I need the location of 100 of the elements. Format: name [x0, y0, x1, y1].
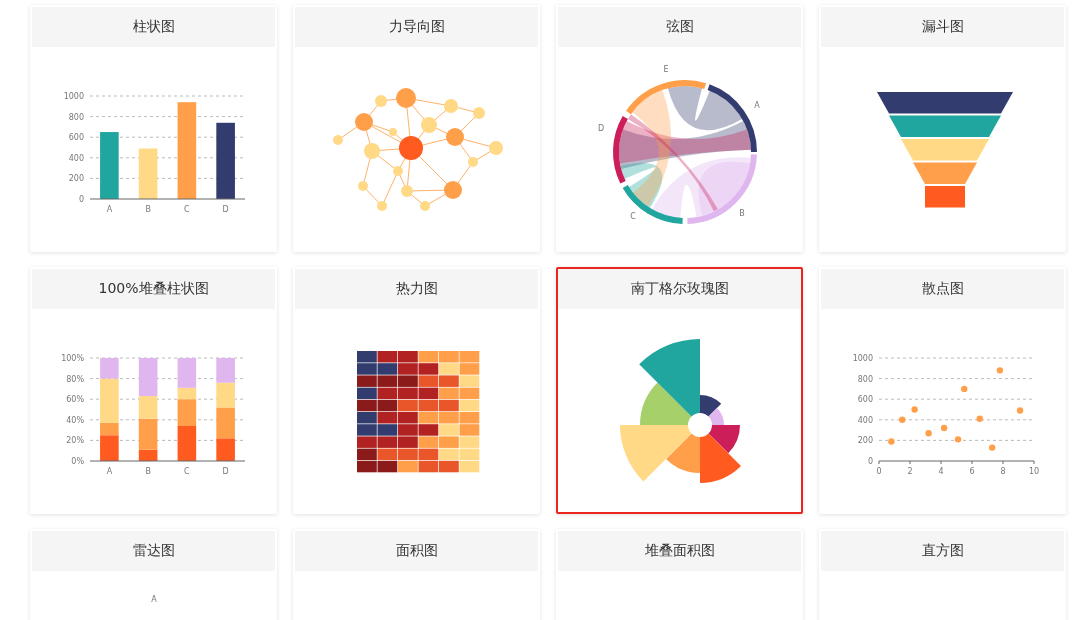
heatmap-cell: [398, 363, 418, 375]
heatmap-cell: [398, 448, 418, 461]
chart-card[interactable]: 热力图: [293, 267, 540, 514]
tick-label: 0%: [71, 457, 84, 466]
heatmap-cell: [459, 387, 480, 400]
data-point: [899, 416, 906, 423]
heatmap-cell: [377, 448, 398, 461]
heatmap-cell: [439, 460, 459, 473]
heatmap-cell: [418, 460, 439, 473]
chart-card[interactable]: 堆叠面积图: [556, 529, 803, 620]
graph-node: [401, 185, 413, 197]
chart-card[interactable]: 南丁格尔玫瑰图: [556, 267, 803, 514]
heatmap-cell: [459, 363, 480, 375]
chord-label: E: [663, 65, 669, 74]
chart-card[interactable]: 力导向图: [293, 5, 540, 252]
card-title: 南丁格尔玫瑰图: [630, 280, 729, 298]
tick-label: 400: [68, 153, 84, 163]
heatmap-cell: [418, 363, 439, 375]
chart-card[interactable]: 100%堆叠柱状图 0% 20% 40% 60% 80% 100% A B C D: [30, 267, 277, 514]
tick-label: 600: [857, 395, 873, 405]
card-title: 漏斗图: [921, 18, 964, 36]
data-point: [996, 367, 1004, 374]
heatmap-cell: [377, 351, 398, 363]
tick-label: 0: [867, 457, 873, 466]
graph-node: [420, 201, 430, 211]
heatmap-cell: [357, 387, 377, 400]
heatmap-cell: [418, 412, 439, 424]
chart-card[interactable]: 直方图: [819, 529, 1066, 620]
heatmap-cell: [377, 424, 398, 436]
heatmap-cell: [439, 363, 459, 375]
data-point: [1016, 407, 1024, 414]
tick-label: 8: [1000, 467, 1006, 476]
heatmap-cell: [357, 448, 377, 461]
chart-card[interactable]: 漏斗图: [819, 5, 1066, 252]
heatmap-cell: [377, 375, 398, 387]
heatmap-cell: [439, 436, 459, 448]
tick-label: 60%: [66, 395, 84, 405]
tick-label: 1000: [852, 354, 873, 363]
chart-card[interactable]: 弦图 E A D C B: [556, 5, 803, 252]
tick-label: 80%: [66, 374, 84, 384]
heatmap-cell: [418, 424, 439, 436]
heatmap-cell: [418, 399, 439, 412]
tick-label: 200: [857, 436, 873, 446]
card-title: 柱状图: [132, 18, 175, 36]
graph-node: [364, 143, 380, 159]
graph-node: [489, 141, 503, 155]
graph-node: [333, 135, 343, 145]
tick-label: 2: [907, 467, 913, 476]
chart-card[interactable]: 雷达图 A: [30, 529, 277, 620]
heatmap-cell: [398, 375, 418, 387]
heatmap-cell: [357, 436, 377, 448]
category-label: A: [106, 467, 113, 476]
tick-label: 200: [68, 174, 84, 184]
heatmap-cell: [439, 375, 459, 387]
heatmap-cell: [357, 375, 377, 387]
chord-label: C: [630, 212, 636, 221]
data-point: [954, 436, 962, 443]
category-label: B: [145, 467, 151, 476]
category-label: C: [184, 205, 190, 214]
graph-node: [468, 157, 478, 167]
chart-card[interactable]: 散点图 0 200 400 600 800 1000 0 2 4 6 8 10: [819, 267, 1066, 514]
heatmap-cell: [459, 436, 480, 448]
bar: [216, 382, 235, 408]
graph-node: [355, 113, 373, 131]
tick-label: 0: [78, 195, 84, 204]
axis-label: A: [151, 595, 157, 604]
data-point: [940, 424, 948, 432]
chart-card[interactable]: 面积图: [293, 529, 540, 620]
bar: [216, 407, 235, 439]
chord-label: B: [739, 209, 745, 218]
heatmap-cell: [418, 351, 439, 363]
heatmap-cell: [357, 351, 377, 363]
tick-label: 400: [857, 415, 873, 425]
tick-label: 40%: [66, 415, 84, 425]
category-label: D: [222, 467, 229, 476]
graph-node: [444, 181, 462, 199]
heatmap-cell: [377, 460, 398, 473]
heatmap-cell: [357, 424, 377, 436]
heatmap-cell: [398, 460, 418, 473]
heatmap-cell: [439, 387, 459, 400]
graph-node: [421, 117, 437, 133]
heatmap-cell: [357, 399, 377, 412]
heatmap-cell: [418, 448, 439, 461]
graph-node: [377, 201, 387, 211]
tick-label: 800: [68, 112, 84, 122]
graph-node: [399, 136, 423, 160]
bar: [177, 426, 197, 461]
heatmap-cell: [439, 412, 459, 424]
card-title: 堆叠面积图: [644, 542, 715, 560]
heatmap-cell: [377, 412, 398, 424]
chord-label: D: [597, 124, 605, 133]
data-point: [961, 385, 968, 393]
graph-node: [393, 166, 403, 176]
heatmap-cell: [418, 436, 439, 448]
heatmap-cell: [459, 448, 480, 461]
tick-label: 4: [938, 467, 944, 476]
data-point: [976, 415, 983, 422]
tick-label: 800: [857, 374, 873, 384]
graph-node: [473, 107, 485, 119]
chart-card[interactable]: 柱状图 0 200 400 600 800 1000 A B C D: [30, 5, 277, 252]
